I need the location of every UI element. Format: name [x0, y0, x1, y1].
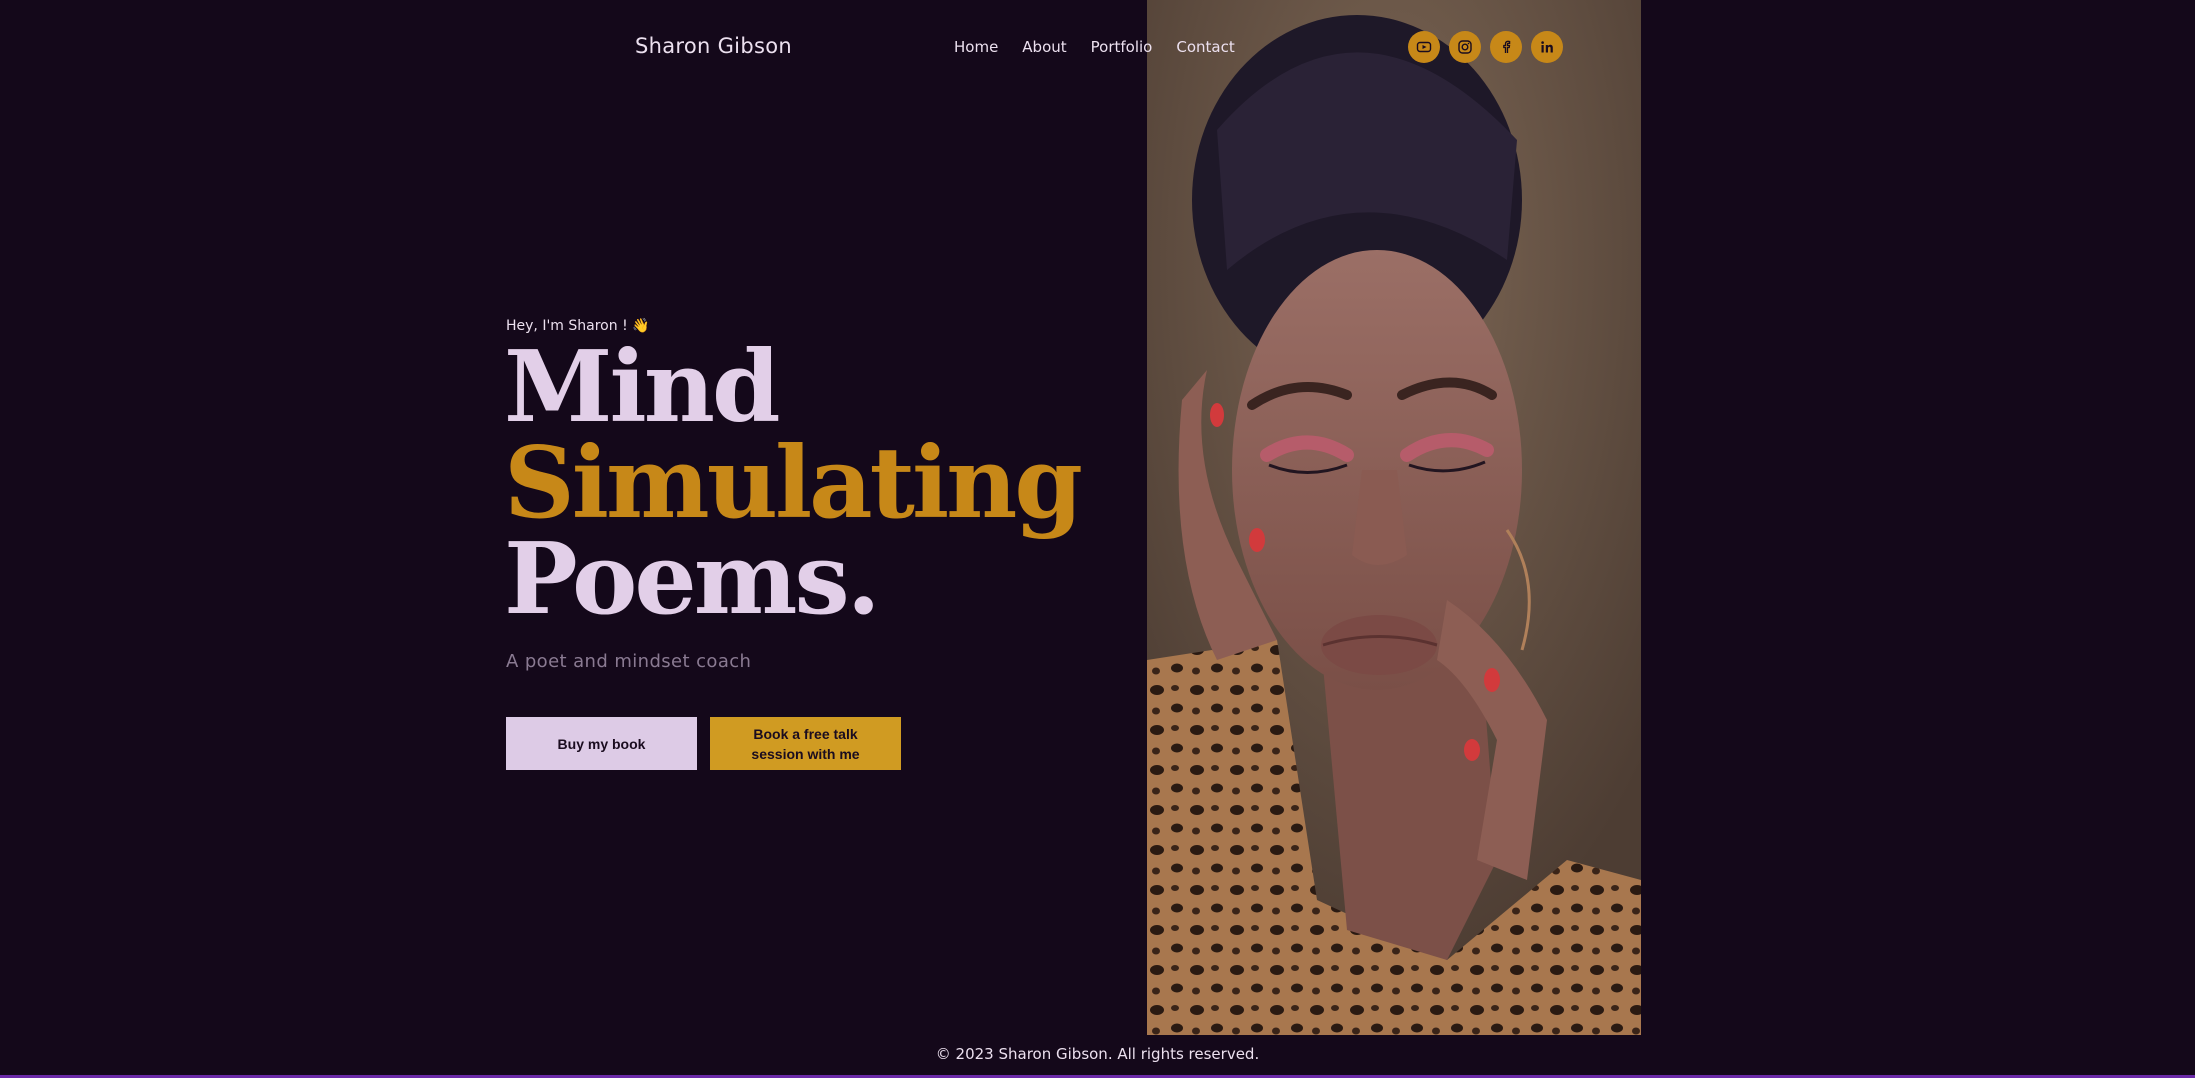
social-links — [1408, 31, 1563, 63]
footer-copyright: © 2023 Sharon Gibson. All rights reserve… — [935, 1045, 1260, 1063]
nav-contact[interactable]: Contact — [1176, 38, 1234, 56]
instagram-icon[interactable] — [1449, 31, 1481, 63]
linkedin-icon[interactable] — [1531, 31, 1563, 63]
main-nav: Home About Portfolio Contact — [954, 38, 1235, 56]
hero-heading: Mind Simulating Poems. — [504, 330, 1083, 637]
nav-home[interactable]: Home — [954, 38, 998, 56]
hero-heading-line-3: Poems. — [504, 522, 881, 637]
nav-about[interactable]: About — [1022, 38, 1066, 56]
hero-heading-line-2: Simulating — [504, 426, 1083, 541]
hero-subtitle: A poet and mindset coach — [506, 651, 752, 672]
site-logo[interactable]: Sharon Gibson — [635, 34, 792, 58]
hero-heading-line-1: Mind — [504, 330, 780, 445]
nav-portfolio[interactable]: Portfolio — [1091, 38, 1153, 56]
book-session-button[interactable]: Book a free talk session with me — [710, 717, 901, 770]
facebook-icon[interactable] — [1490, 31, 1522, 63]
youtube-icon[interactable] — [1408, 31, 1440, 63]
buy-book-button[interactable]: Buy my book — [506, 717, 697, 770]
portrait-photo — [1147, 0, 1641, 1035]
